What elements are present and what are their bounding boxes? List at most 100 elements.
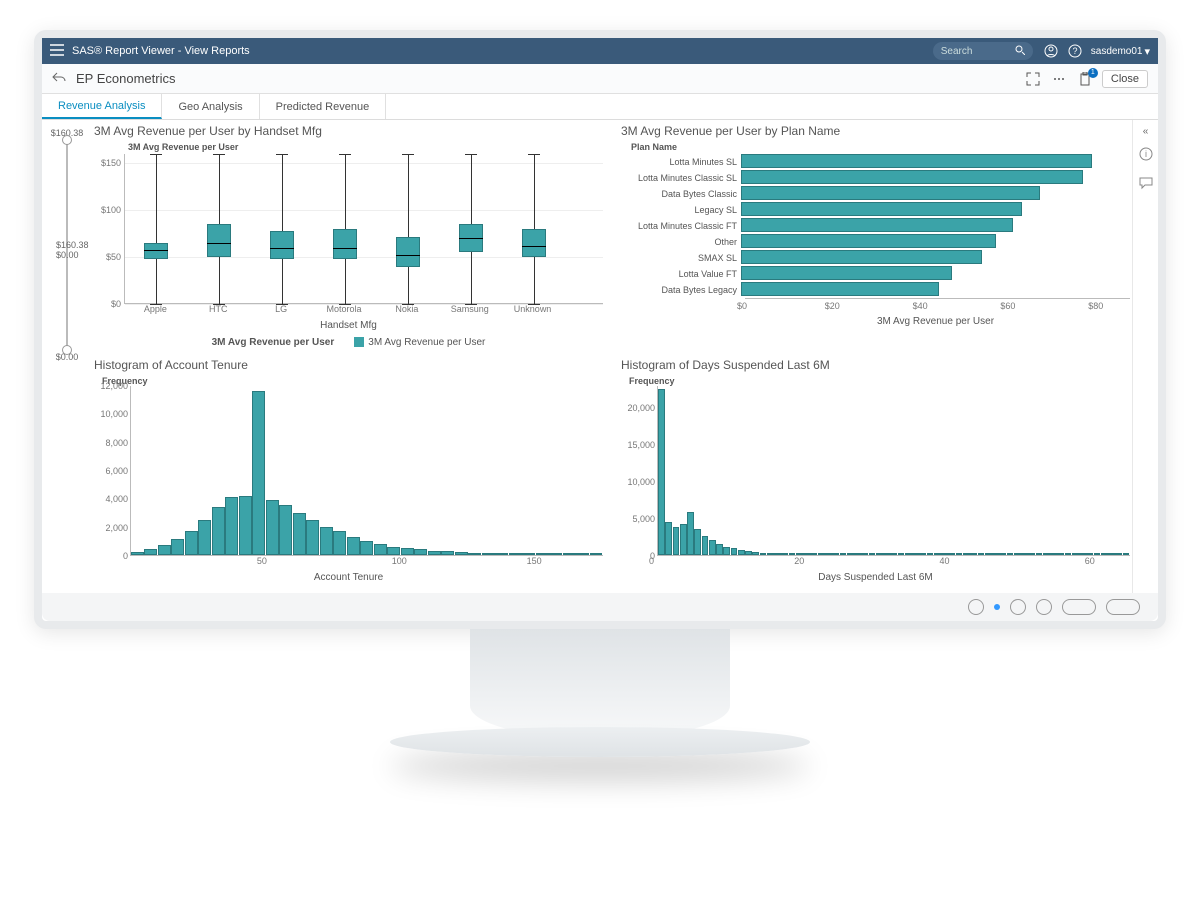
- x-axis-label: Days Suspended Last 6M: [621, 572, 1130, 583]
- y-tick: 10,000: [627, 477, 655, 487]
- histogram-bar: [767, 553, 774, 555]
- x-tick: Samsung: [450, 304, 490, 314]
- histogram-bar: [774, 553, 781, 555]
- tab-predicted-revenue[interactable]: Predicted Revenue: [260, 94, 387, 119]
- hbar-row: Data Bytes Classic: [621, 186, 1130, 202]
- hbar-label: Other: [621, 237, 741, 247]
- x-tick: 0: [649, 556, 654, 566]
- help-icon[interactable]: ?: [1066, 42, 1084, 60]
- chart-title: 3M Avg Revenue per User by Handset Mfg: [94, 124, 603, 138]
- histogram-bar: [333, 531, 346, 555]
- boxplot-box: [144, 154, 168, 304]
- clipboard-icon[interactable]: 1: [1076, 70, 1094, 88]
- histogram-bar: [185, 531, 198, 555]
- x-tick: Nokia: [387, 304, 427, 314]
- y-axis-label: Plan Name: [631, 142, 1130, 152]
- range-slider[interactable]: $160.38 $0.00 $160.38 $0.00: [42, 120, 92, 593]
- hbar-label: Lotta Minutes Classic FT: [621, 221, 741, 231]
- y-axis-label: 3M Avg Revenue per User: [128, 142, 603, 152]
- collapse-icon[interactable]: «: [1143, 126, 1149, 137]
- histogram-bar: [1086, 553, 1093, 555]
- hbar-bar: [741, 202, 1022, 216]
- monitor-button: [1062, 599, 1096, 615]
- histogram-bar: [927, 553, 934, 555]
- x-tick: 20: [794, 556, 804, 566]
- histogram-bar: [590, 553, 603, 555]
- y-tick: 5,000: [632, 514, 655, 524]
- histogram-bar: [495, 553, 508, 555]
- histogram-bar: [360, 541, 373, 555]
- close-button[interactable]: Close: [1102, 70, 1148, 88]
- histogram-bar: [948, 553, 955, 555]
- y-tick: 10,000: [100, 409, 128, 419]
- hbar-bar: [741, 186, 1040, 200]
- histogram-bar: [796, 553, 803, 555]
- histogram-bar: [1115, 553, 1122, 555]
- menu-icon[interactable]: [50, 44, 64, 59]
- x-tick: $80: [1088, 301, 1103, 311]
- hbar-row: Lotta Value FT: [621, 266, 1130, 282]
- info-icon[interactable]: i: [1139, 147, 1153, 166]
- search-placeholder: Search: [941, 46, 1015, 57]
- x-axis-label: 3M Avg Revenue per User: [741, 316, 1130, 327]
- histogram-bar: [941, 553, 948, 555]
- histogram-bar: [898, 553, 905, 555]
- report-tabs: Revenue Analysis Geo Analysis Predicted …: [42, 94, 1158, 120]
- hbar-label: Lotta Value FT: [621, 269, 741, 279]
- svg-text:?: ?: [1072, 46, 1077, 56]
- x-axis-label: Account Tenure: [94, 572, 603, 583]
- histogram-area: [130, 386, 603, 556]
- x-tick: $20: [825, 301, 840, 311]
- tab-geo-analysis[interactable]: Geo Analysis: [162, 94, 259, 119]
- histogram-bar: [760, 553, 767, 555]
- histogram-bar: [803, 553, 810, 555]
- histogram-bar: [999, 553, 1006, 555]
- histogram-bar: [723, 547, 730, 555]
- hbar-bar: [741, 282, 939, 296]
- histogram-bar: [825, 553, 832, 555]
- histogram-bar: [212, 507, 225, 555]
- histogram-bar: [509, 553, 522, 555]
- monitor-stand: [470, 629, 730, 739]
- search-input[interactable]: Search: [933, 42, 1033, 60]
- chart-title: 3M Avg Revenue per User by Plan Name: [621, 124, 1130, 138]
- legend-item-2: 3M Avg Revenue per User: [368, 337, 485, 348]
- legend-swatch-icon: [354, 337, 364, 347]
- user-dropdown-icon[interactable]: ▾: [1144, 45, 1150, 58]
- svg-text:i: i: [1145, 149, 1147, 159]
- histogram-bar: [428, 551, 441, 555]
- slider-val-lower: $0.00: [56, 250, 89, 260]
- boxplot-box: [207, 154, 231, 304]
- comment-icon[interactable]: [1139, 176, 1153, 195]
- chart-grid: 3M Avg Revenue per User by Handset Mfg 3…: [92, 120, 1132, 593]
- monitor-button: [1036, 599, 1052, 615]
- notification-badge: 1: [1088, 68, 1098, 78]
- histogram-bar: [832, 553, 839, 555]
- fullscreen-icon[interactable]: [1024, 70, 1042, 88]
- report-header: EP Econometrics 1 Close: [42, 64, 1158, 94]
- tab-revenue-analysis[interactable]: Revenue Analysis: [42, 94, 162, 119]
- report-body: $160.38 $0.00 $160.38 $0.00 3M Avg Reven…: [42, 120, 1158, 593]
- x-tick: 50: [257, 556, 267, 566]
- histogram-bar: [131, 552, 144, 555]
- more-icon[interactable]: [1050, 70, 1068, 88]
- monitor-led-icon: [994, 604, 1000, 610]
- boxplot-box: [396, 154, 420, 304]
- hbar-label: Lotta Minutes SL: [621, 157, 741, 167]
- slider-handle-top[interactable]: [62, 135, 72, 145]
- histogram-bar: [158, 545, 171, 555]
- hbar-row: Other: [621, 234, 1130, 250]
- histogram-bar: [934, 553, 941, 555]
- username-label[interactable]: sasdemo01: [1091, 46, 1143, 57]
- user-circle-icon[interactable]: [1042, 42, 1060, 60]
- slider-handle-bottom[interactable]: [62, 345, 72, 355]
- histogram-bar: [702, 536, 709, 555]
- histogram-bar: [144, 549, 157, 555]
- histogram-bar: [1036, 553, 1043, 555]
- histogram-bar: [225, 497, 238, 555]
- x-tick: HTC: [198, 304, 238, 314]
- undo-icon[interactable]: [52, 70, 66, 88]
- histogram-bar: [320, 527, 333, 555]
- histogram-bar: [1028, 553, 1035, 555]
- histogram-bar: [854, 553, 861, 555]
